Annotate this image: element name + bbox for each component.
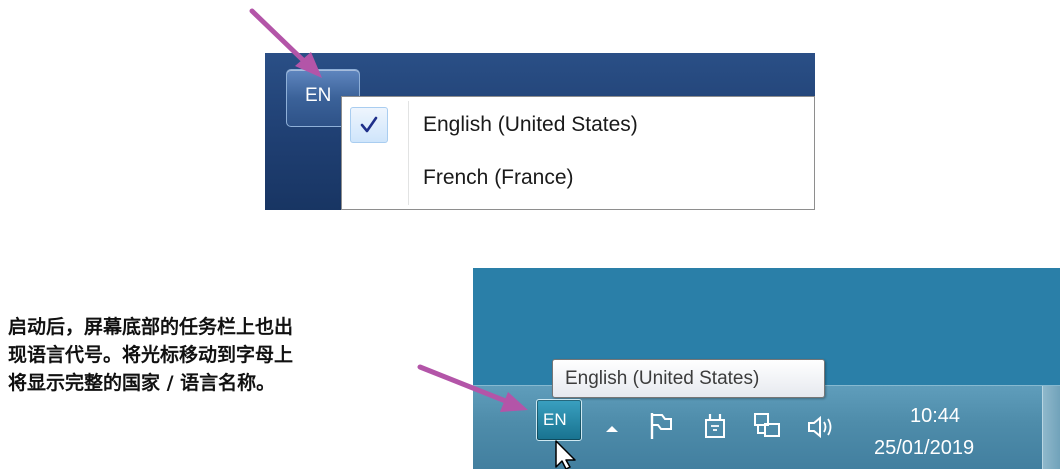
annotation-arrow-top [249,8,322,78]
annotation-arrow-bottom [417,364,528,412]
annotation-arrows [249,8,528,412]
